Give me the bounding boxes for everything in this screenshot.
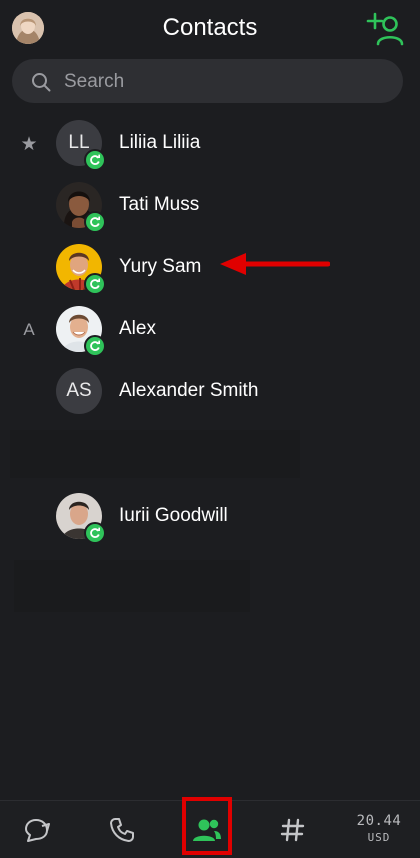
contact-row-alexander-smith[interactable]: AS Alexander Smith: [0, 360, 420, 422]
page-title: Contacts: [162, 14, 258, 41]
contacts-screen: Contacts ★ LL: [0, 0, 420, 858]
online-status-icon: [84, 211, 106, 233]
redacted-row: [10, 430, 300, 478]
nav-dialpad[interactable]: [272, 801, 314, 858]
contact-row-liliia-liliia[interactable]: ★ LL Liliia Liliia: [0, 112, 420, 174]
phone-icon: [110, 818, 134, 842]
contact-row-iurii-goodwill[interactable]: Iurii Goodwill: [0, 485, 420, 547]
contact-name: Tati Muss: [119, 194, 200, 215]
annotation-arrow-icon: [220, 253, 330, 275]
balance-amount: 20.44: [356, 813, 402, 829]
contact-row-yury-sam[interactable]: Yury Sam: [0, 236, 420, 298]
avatar-initials: AS: [56, 368, 102, 414]
nav-chats[interactable]: [14, 801, 60, 858]
bottom-nav: 20.44 USD: [0, 797, 420, 858]
redacted-row: [14, 560, 250, 612]
contact-name: Liliia Liliia: [119, 132, 201, 153]
online-status-icon: [84, 149, 106, 171]
contact-name: Iurii Goodwill: [119, 505, 228, 526]
favorites-star-icon: ★: [20, 134, 38, 155]
contact-row-alex[interactable]: A Alex: [0, 298, 420, 360]
balance-currency: USD: [367, 831, 391, 844]
online-status-icon: [84, 522, 106, 544]
nav-calls[interactable]: [100, 801, 144, 858]
dialpad-hash-icon: [280, 818, 305, 842]
annotation-highlight-box: [182, 797, 232, 855]
online-status-icon: [84, 273, 106, 295]
section-letter: A: [23, 320, 35, 339]
balance-display[interactable]: 20.44 USD: [352, 813, 406, 844]
contact-name: Alex: [119, 318, 156, 339]
app-header: Contacts: [0, 0, 420, 56]
contact-row-tati-muss[interactable]: Tati Muss: [0, 174, 420, 236]
chats-icon: [25, 819, 50, 842]
search-icon: [32, 73, 51, 92]
add-user-icon: [366, 12, 404, 46]
contact-name: Alexander Smith: [119, 380, 259, 401]
contact-name: Yury Sam: [119, 256, 202, 277]
search-input[interactable]: [62, 59, 386, 105]
add-contact-button[interactable]: [366, 12, 406, 46]
search-bar[interactable]: [12, 59, 403, 105]
online-status-icon: [84, 335, 106, 357]
